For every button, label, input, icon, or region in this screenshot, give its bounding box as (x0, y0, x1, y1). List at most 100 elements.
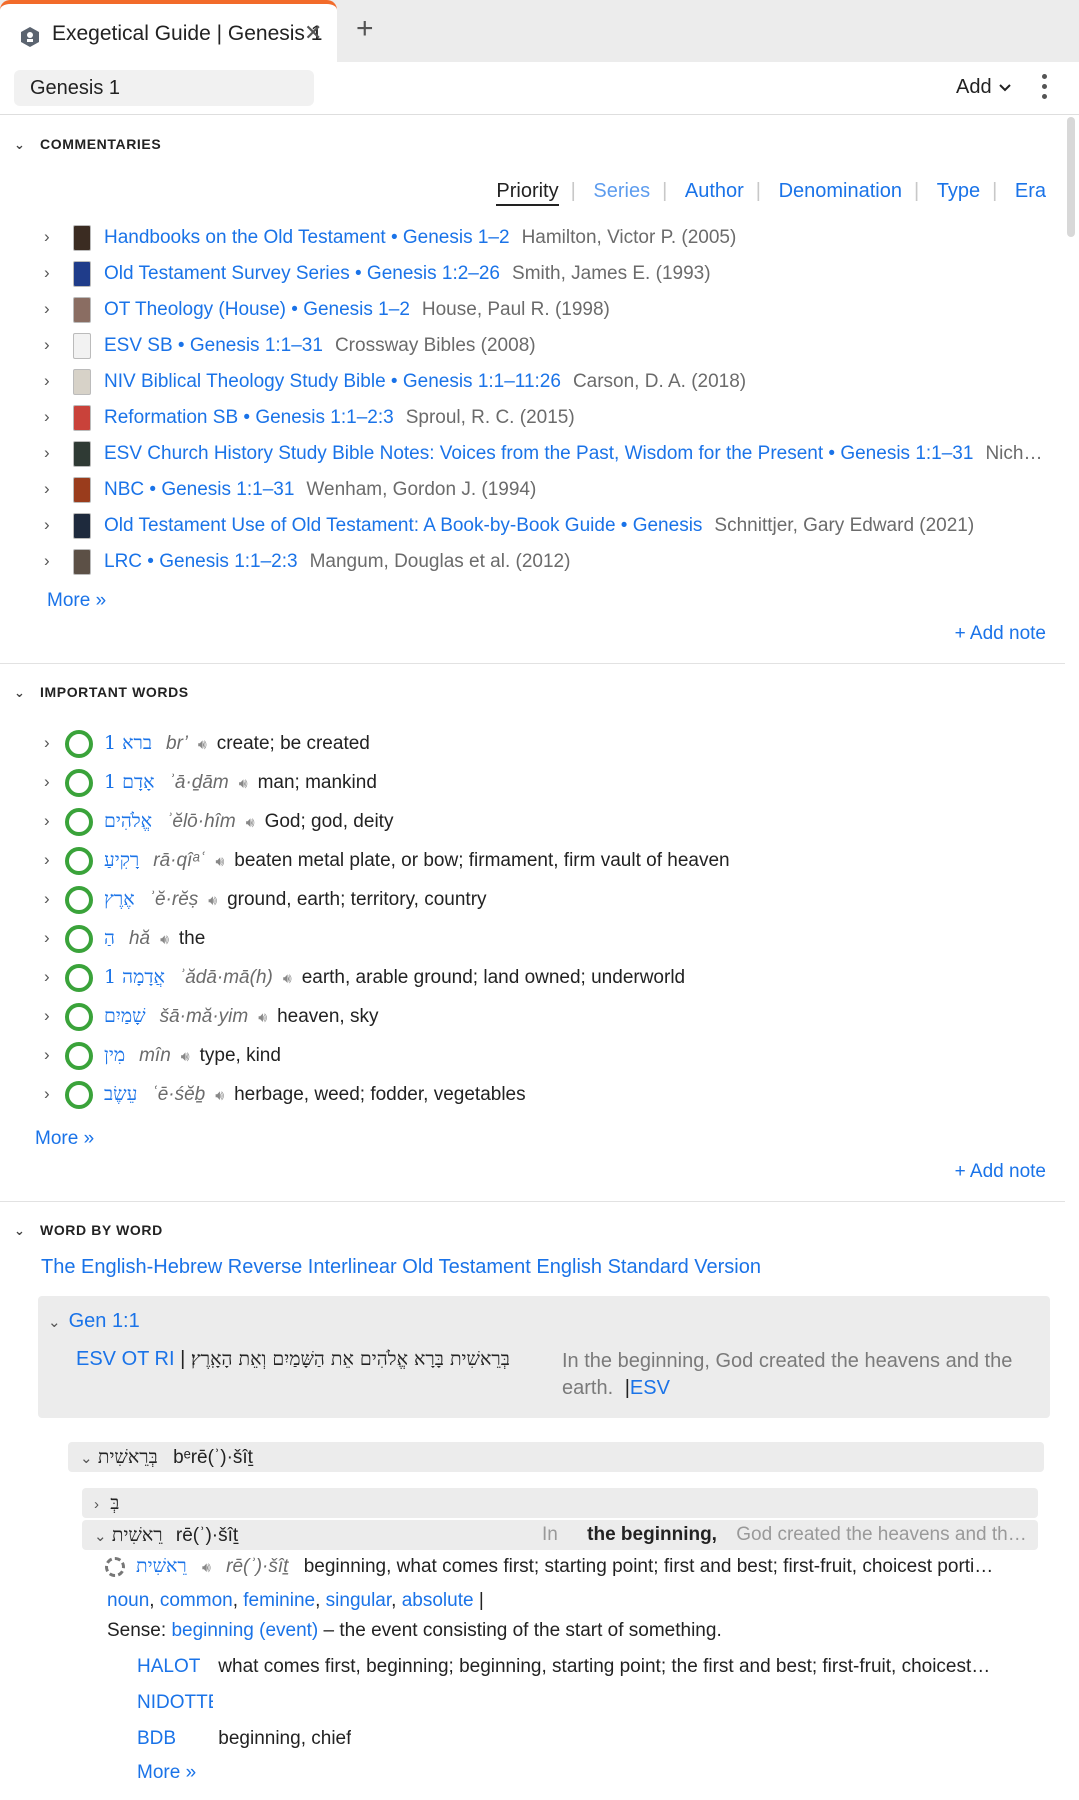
chevron-right-icon[interactable]: › (44, 1006, 50, 1026)
commentary-title[interactable]: Old Testament Use of Old Testament: A Bo… (104, 515, 702, 536)
chevron-right-icon[interactable]: › (44, 551, 50, 571)
lexicon-bdb[interactable]: BDB (137, 1728, 213, 1750)
commentary-title[interactable]: Old Testament Survey Series • Genesis 1:… (104, 263, 500, 284)
commentaries-add-note[interactable]: + Add note (955, 623, 1046, 645)
commentary-row[interactable]: › Handbooks on the Old Testament • Genesi… (0, 222, 1065, 256)
commentary-title[interactable]: LRC • Genesis 1:1–2:3 (104, 551, 298, 572)
important-word-row[interactable]: › רָקִיעַ rā·qîᵃʿ 🔊︎ beaten metal plate, or … (0, 843, 1065, 879)
morph-feminine[interactable]: feminine (243, 1590, 315, 1611)
speaker-icon[interactable]: 🔊︎ (283, 970, 292, 987)
sort-denomination[interactable]: Denomination (779, 180, 902, 202)
commentary-row[interactable]: › ESV SB • Genesis 1:1–31 Crossway Bibles … (0, 330, 1065, 364)
sort-series[interactable]: Series (593, 180, 650, 202)
lexicon-more-link[interactable]: More » (137, 1762, 196, 1784)
word-lemma[interactable]: הַ (104, 927, 115, 949)
important-words-more-link[interactable]: More » (35, 1128, 94, 1150)
lexicon-nidotte[interactable]: NIDOTTE (137, 1692, 213, 1714)
commentary-row[interactable]: › Reformation SB • Genesis 1:1–2:3 Sproul,… (0, 402, 1065, 436)
morpheme-row-root[interactable]: ⌄ רֵאשִׁית rē(ʾ)·šîṯ In the beginning, G… (82, 1520, 1038, 1550)
commentary-row[interactable]: › LRC • Genesis 1:1–2:3 Mangum, Douglas et… (0, 546, 1065, 580)
interlinear-resource-link[interactable]: The English-Hebrew Reverse Interlinear O… (41, 1256, 761, 1279)
commentary-row[interactable]: › OT Theology (House) • Genesis 1–2 House,… (0, 294, 1065, 328)
verse-reference[interactable]: ⌄ Gen 1:1 (48, 1310, 140, 1333)
chevron-right-icon[interactable]: › (44, 479, 50, 499)
important-word-row[interactable]: › עֵשֶׂב ʿē·śĕḇ 🔊︎ herbage, weed; fodder, ve… (0, 1077, 1065, 1113)
commentaries-section-header[interactable]: ⌄ COMMENTARIES (14, 136, 161, 153)
speaker-icon[interactable]: 🔊︎ (239, 775, 248, 792)
important-word-row[interactable]: › אֱלֹהִים ʾĕlō·hîm 🔊︎ God; god, deity (0, 804, 1065, 840)
word-lemma[interactable]: מִין (104, 1044, 125, 1066)
speaker-icon[interactable]: 🔊︎ (246, 814, 255, 831)
important-word-row[interactable]: › 1 ברא br’ 🔊︎ create; be created (0, 726, 1065, 762)
sort-type[interactable]: Type (937, 180, 980, 202)
commentary-row[interactable]: › NIV Biblical Theology Study Bible • Gen… (0, 366, 1065, 400)
word-lemma[interactable]: אֶרֶץ (104, 888, 135, 910)
commentary-title[interactable]: NBC • Genesis 1:1–31 (104, 479, 294, 500)
chevron-right-icon[interactable]: › (44, 515, 50, 535)
chevron-right-icon[interactable]: › (44, 371, 50, 391)
chevron-right-icon[interactable]: › (44, 407, 50, 427)
chevron-right-icon[interactable]: › (44, 299, 50, 319)
word-lemma[interactable]: רָקִיעַ (104, 849, 139, 871)
important-word-row[interactable]: › הַ hă 🔊︎ the (0, 921, 1065, 957)
important-words-section-header[interactable]: ⌄ IMPORTANT WORDS (14, 684, 189, 701)
chevron-right-icon[interactable]: › (44, 263, 50, 283)
chevron-right-icon[interactable]: › (44, 967, 50, 987)
commentary-row[interactable]: › Old Testament Use of Old Testament: A B… (0, 510, 1065, 544)
close-icon[interactable]: ✕ (304, 20, 322, 46)
morph-absolute[interactable]: absolute (402, 1590, 474, 1611)
chevron-right-icon[interactable]: › (44, 443, 50, 463)
commentary-title[interactable]: ESV Church History Study Bible Notes: Vo… (104, 443, 973, 464)
word-row-bereshit[interactable]: ⌄ בְּרֵאשִׁית bᵉrē(ʾ)·šîṯ (68, 1442, 1044, 1472)
word-lemma[interactable]: 1 ברא (104, 732, 152, 754)
speaker-icon[interactable]: 🔊︎ (181, 1048, 190, 1065)
commentaries-more-link[interactable]: More » (47, 590, 106, 612)
esv-link[interactable]: ESV (630, 1377, 670, 1399)
morph-common[interactable]: common (160, 1590, 233, 1611)
speaker-icon[interactable]: 🔊︎ (208, 892, 217, 909)
commentary-title[interactable]: OT Theology (House) • Genesis 1–2 (104, 299, 410, 320)
sort-author[interactable]: Author (685, 180, 744, 202)
lexicon-halot[interactable]: HALOT (137, 1656, 213, 1678)
word-lemma[interactable]: 1 אָדָם (104, 771, 155, 793)
commentary-row[interactable]: › ESV Church History Study Bible Notes: V… (0, 438, 1065, 472)
sort-priority[interactable]: Priority (496, 180, 559, 206)
ri-link[interactable]: ESV OT RI (76, 1348, 175, 1370)
word-by-word-section-header[interactable]: ⌄ WORD BY WORD (14, 1222, 163, 1239)
speaker-icon[interactable]: 🔊︎ (202, 1559, 211, 1576)
speaker-icon[interactable]: 🔊︎ (258, 1009, 267, 1026)
word-lemma[interactable]: שָׁמַיִם (104, 1005, 146, 1027)
chevron-right-icon[interactable]: › (44, 1045, 50, 1065)
chevron-right-icon[interactable]: › (44, 850, 50, 870)
sense-link[interactable]: beginning (event) (171, 1620, 318, 1641)
lemma-hebrew[interactable]: רֵאשִׁית (136, 1555, 187, 1577)
word-lemma[interactable]: 1 אֲדָמָה (104, 966, 165, 988)
chevron-right-icon[interactable]: › (44, 772, 50, 792)
commentary-title[interactable]: NIV Biblical Theology Study Bible • Gene… (104, 371, 561, 392)
chevron-right-icon[interactable]: › (44, 1084, 50, 1104)
chevron-right-icon[interactable]: › (44, 889, 50, 909)
speaker-icon[interactable]: 🔊︎ (160, 931, 169, 948)
morpheme-row-prefix[interactable]: › בְּ (82, 1488, 1038, 1518)
important-word-row[interactable]: › מִין mîn 🔊︎ type, kind (0, 1038, 1065, 1074)
important-word-row[interactable]: › 1 אָדָם ʾā·ḏām 🔊︎ man; mankind (0, 765, 1065, 801)
chevron-right-icon[interactable]: › (44, 733, 50, 753)
word-lemma[interactable]: אֱלֹהִים (104, 810, 152, 832)
important-word-row[interactable]: › 1 אֲדָמָה ʾădā·mā(h) 🔊︎ earth, arable grou… (0, 960, 1065, 996)
morph-singular[interactable]: singular (326, 1590, 392, 1611)
add-tab-button[interactable]: + (356, 12, 374, 46)
reference-input[interactable] (14, 70, 314, 106)
chevron-right-icon[interactable]: › (44, 811, 50, 831)
speaker-icon[interactable]: 🔊︎ (198, 736, 207, 753)
commentary-row[interactable]: › NBC • Genesis 1:1–31 Wenham, Gordon J. (… (0, 474, 1065, 508)
commentary-title[interactable]: ESV SB • Genesis 1:1–31 (104, 335, 323, 356)
speaker-icon[interactable]: 🔊︎ (215, 853, 224, 870)
important-word-row[interactable]: › שָׁמַיִם šā·mă·yim 🔊︎ heaven, sky (0, 999, 1065, 1035)
speaker-icon[interactable]: 🔊︎ (215, 1087, 224, 1104)
commentary-row[interactable]: › Old Testament Survey Series • Genesis 1… (0, 258, 1065, 292)
tab-exegetical-guide[interactable]: Exegetical Guide | Genesis 1 ✕ (0, 0, 337, 62)
morph-noun[interactable]: noun (107, 1590, 149, 1611)
important-words-add-note[interactable]: + Add note (955, 1161, 1046, 1183)
commentary-title[interactable]: Handbooks on the Old Testament • Genesis… (104, 227, 510, 248)
scrollbar[interactable] (1067, 117, 1075, 237)
